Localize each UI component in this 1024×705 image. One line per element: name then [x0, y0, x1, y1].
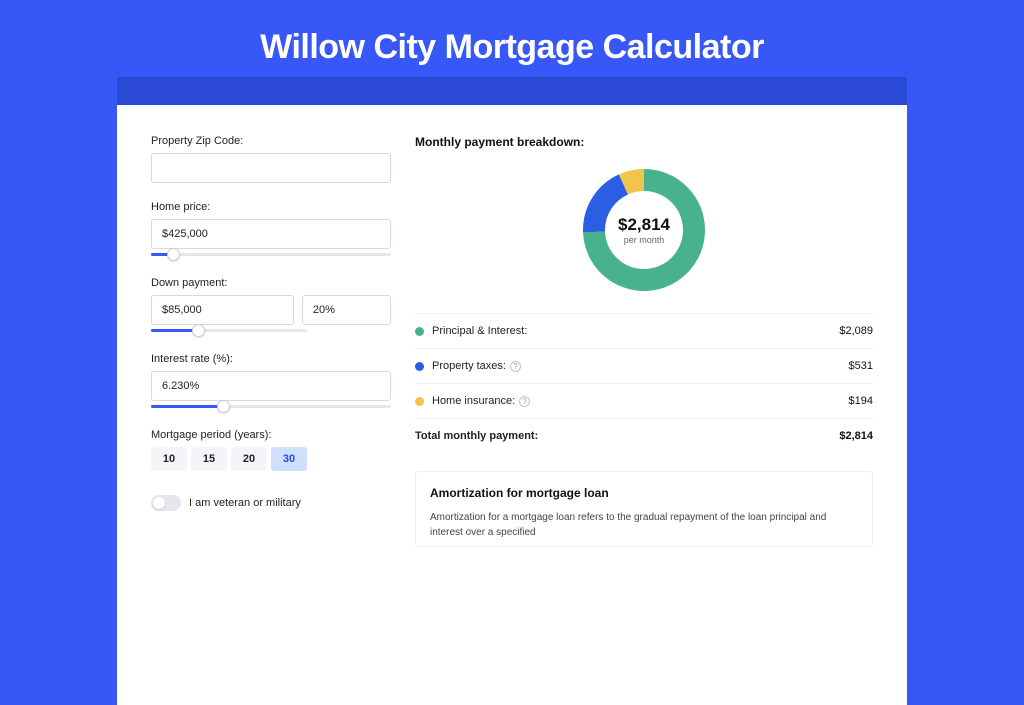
- interest-input[interactable]: [151, 371, 391, 401]
- home-price-input[interactable]: [151, 219, 391, 249]
- interest-group: Interest rate (%):: [151, 353, 391, 411]
- period-btn-30[interactable]: 30: [271, 447, 307, 471]
- donut-amount: $2,814: [618, 215, 670, 235]
- legend-row-total: Total monthly payment: $2,814: [415, 419, 873, 453]
- legend-row-insurance: Home insurance: ? $194: [415, 384, 873, 419]
- veteran-toggle[interactable]: [151, 495, 181, 511]
- donut-chart: $2,814 per month: [415, 159, 873, 313]
- legend-row-taxes: Property taxes: ? $531: [415, 349, 873, 384]
- period-btn-20[interactable]: 20: [231, 447, 267, 471]
- legend-value: $531: [849, 360, 873, 372]
- calculator-card: Property Zip Code: Home price: Down paym…: [117, 105, 907, 705]
- legend-row-principal: Principal & Interest: $2,089: [415, 314, 873, 349]
- slider-thumb[interactable]: [167, 248, 180, 261]
- zip-input[interactable]: [151, 153, 391, 183]
- info-icon[interactable]: ?: [519, 396, 530, 407]
- dot-icon: [415, 362, 424, 371]
- dot-icon: [415, 397, 424, 406]
- breakdown-title: Monthly payment breakdown:: [415, 135, 873, 149]
- hero: Willow City Mortgage Calculator: [0, 0, 1024, 77]
- total-label: Total monthly payment:: [415, 430, 538, 442]
- period-group: Mortgage period (years): 10 15 20 30: [151, 429, 391, 471]
- toggle-knob: [153, 497, 165, 509]
- donut-sub: per month: [624, 235, 665, 245]
- page-title: Willow City Mortgage Calculator: [0, 28, 1024, 67]
- down-payment-group: Down payment:: [151, 277, 391, 335]
- period-btn-15[interactable]: 15: [191, 447, 227, 471]
- legend-label: Principal & Interest:: [432, 325, 527, 337]
- down-payment-label: Down payment:: [151, 277, 391, 289]
- dot-icon: [415, 327, 424, 336]
- zip-group: Property Zip Code:: [151, 135, 391, 183]
- home-price-group: Home price:: [151, 201, 391, 259]
- down-payment-pct-input[interactable]: [302, 295, 391, 325]
- slider-thumb[interactable]: [192, 324, 205, 337]
- total-value: $2,814: [839, 430, 873, 442]
- legend: Principal & Interest: $2,089 Property ta…: [415, 313, 873, 453]
- inputs-panel: Property Zip Code: Home price: Down paym…: [151, 135, 391, 665]
- period-buttons: 10 15 20 30: [151, 447, 391, 471]
- period-label: Mortgage period (years):: [151, 429, 391, 441]
- interest-label: Interest rate (%):: [151, 353, 391, 365]
- interest-slider[interactable]: [151, 403, 391, 411]
- period-btn-10[interactable]: 10: [151, 447, 187, 471]
- amort-title: Amortization for mortgage loan: [430, 486, 858, 500]
- amortization-section: Amortization for mortgage loan Amortizat…: [415, 471, 873, 547]
- legend-value: $2,089: [839, 325, 873, 337]
- veteran-row: I am veteran or military: [151, 495, 391, 511]
- donut-center: $2,814 per month: [579, 165, 709, 295]
- home-price-slider[interactable]: [151, 251, 391, 259]
- hero-band: [117, 77, 907, 105]
- slider-thumb[interactable]: [217, 400, 230, 413]
- down-payment-slider[interactable]: [151, 327, 307, 335]
- veteran-label: I am veteran or military: [189, 497, 301, 509]
- amort-text: Amortization for a mortgage loan refers …: [430, 510, 858, 540]
- legend-value: $194: [849, 395, 873, 407]
- zip-label: Property Zip Code:: [151, 135, 391, 147]
- legend-label: Property taxes:: [432, 360, 506, 372]
- breakdown-panel: Monthly payment breakdown: $2,814 per mo…: [415, 135, 873, 665]
- legend-label: Home insurance:: [432, 395, 515, 407]
- home-price-label: Home price:: [151, 201, 391, 213]
- down-payment-input[interactable]: [151, 295, 294, 325]
- info-icon[interactable]: ?: [510, 361, 521, 372]
